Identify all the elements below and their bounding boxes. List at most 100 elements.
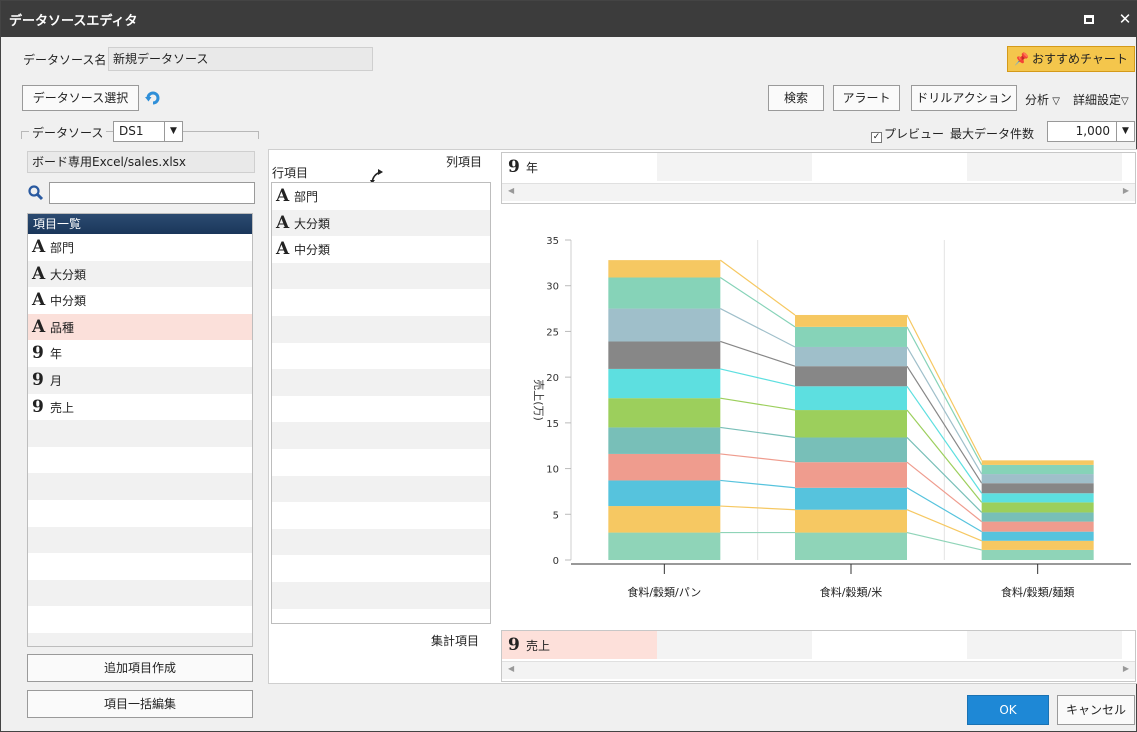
bar-segment xyxy=(981,493,1094,503)
row-empty xyxy=(272,475,490,503)
list-item-tsuki[interactable]: 9月 xyxy=(28,366,252,394)
y-tick-label: 20 xyxy=(546,373,559,384)
aggregate-axis-dropzone[interactable]: 9 売上 ◀ ▶ xyxy=(501,630,1136,682)
add-item-button[interactable]: 追加項目作成 xyxy=(27,654,253,682)
datasource-select-value: DS1 xyxy=(119,124,144,138)
row-item-label: 大分類 xyxy=(294,216,331,231)
bar-segment xyxy=(981,549,1094,560)
bar-segment xyxy=(608,341,721,369)
cancel-button[interactable]: キャンセル xyxy=(1057,695,1135,725)
maximize-button[interactable] xyxy=(1079,9,1099,29)
item-list-header: 項目一覧 xyxy=(28,214,252,234)
ok-button[interactable]: OK xyxy=(967,695,1049,725)
number-type-icon: 9 xyxy=(32,369,44,390)
row-item-daibunrui[interactable]: A 大分類 xyxy=(272,209,490,237)
preview-label: プレビュー xyxy=(884,127,945,141)
row-empty xyxy=(272,369,490,396)
search-button[interactable]: 検索 xyxy=(768,85,824,111)
y-tick-label: 25 xyxy=(546,327,559,338)
text-type-icon: A xyxy=(32,263,46,284)
scroll-right-icon: ▶ xyxy=(1122,186,1129,195)
aggregate-item[interactable]: 9 売上 xyxy=(508,634,550,657)
bulk-edit-button[interactable]: 項目一括編集 xyxy=(27,690,253,718)
row-empty xyxy=(272,555,490,582)
bar-segment xyxy=(981,540,1094,550)
row-item-label: 中分類 xyxy=(294,243,331,258)
max-rows-value: 1,000 xyxy=(1075,124,1110,138)
recommend-chart-label: おすすめチャート xyxy=(1032,52,1128,66)
bar-segment xyxy=(608,506,721,533)
number-type-icon: 9 xyxy=(32,396,44,417)
datasource-name-label: データソース名 xyxy=(23,53,107,67)
stripe xyxy=(967,631,1122,659)
drill-action-button[interactable]: ドリルアクション xyxy=(911,85,1017,111)
stripe xyxy=(657,153,812,181)
bar-segment xyxy=(608,398,721,428)
bar-segment xyxy=(608,368,721,399)
bar-segment xyxy=(795,326,907,347)
list-item-uriage[interactable]: 9 売上 xyxy=(28,394,252,421)
chart-work-area: 列項目 行項目 9年 ◀ ▶ A 部門 A 大分類 A 中分類 0 5 10 1… xyxy=(268,149,1137,684)
close-button[interactable]: ✕ xyxy=(1115,9,1135,29)
analysis-menu[interactable]: 分析 ▽ xyxy=(1025,91,1060,108)
list-item-daibunrui[interactable]: A 大分類 xyxy=(28,260,252,288)
bar-segment xyxy=(981,521,1094,532)
row-axis-dropzone[interactable]: A 部門 A 大分類 A 中分類 xyxy=(271,182,491,624)
number-type-icon: 9 xyxy=(32,343,44,364)
aggregate-axis-scrollbar[interactable]: ◀ ▶ xyxy=(502,661,1135,679)
refresh-icon[interactable] xyxy=(144,89,162,107)
checkbox-checked-icon: ✓ xyxy=(871,132,882,143)
analysis-label: 分析 xyxy=(1025,93,1050,107)
item-list: 項目一覧 A 部門 A 大分類 A 中分類 A 品種 9年 9月 9 売上 xyxy=(27,213,253,647)
bar-segment xyxy=(981,464,1094,475)
list-empty-row xyxy=(28,500,252,527)
row-empty xyxy=(272,289,490,316)
row-empty xyxy=(272,502,490,529)
column-item-label: 年 xyxy=(526,161,539,175)
text-type-icon: A xyxy=(32,316,46,337)
datasource-editor-window: データソースエディタ ✕ データソース名 新規データソース 📌 おすすめチャート … xyxy=(0,0,1137,732)
text-type-icon: A xyxy=(276,186,290,206)
recommend-chart-button[interactable]: 📌 おすすめチャート xyxy=(1007,46,1135,72)
column-axis-scrollbar[interactable]: ◀ ▶ xyxy=(502,183,1135,201)
row-item-bumon[interactable]: A 部門 xyxy=(272,183,490,210)
number-type-icon: 9 xyxy=(508,157,520,177)
bar-segment xyxy=(608,480,721,507)
maximize-icon xyxy=(1084,15,1094,24)
pin-icon: 📌 xyxy=(1014,52,1030,66)
list-item-label: 月 xyxy=(50,373,63,388)
select-datasource-button[interactable]: データソース選択 xyxy=(22,85,139,111)
list-empty-row xyxy=(28,579,252,607)
list-item-chubunrui[interactable]: A 中分類 xyxy=(28,287,252,314)
bar-segment xyxy=(795,462,907,488)
datasource-label: データソース xyxy=(29,124,107,141)
list-item-label: 大分類 xyxy=(50,267,87,282)
list-item-nen[interactable]: 9年 xyxy=(28,340,252,367)
bar-segment xyxy=(795,532,907,560)
stacked-bar-chart[interactable]: 0 5 10 15 20 25 30 35 売上(万) 食料/穀類/パン 食料/穀類/米 食料/穀類/… xyxy=(501,210,1136,620)
detail-settings-menu[interactable]: 詳細設定▽ xyxy=(1073,91,1137,108)
list-item-bumon[interactable]: A 部門 xyxy=(28,234,252,261)
list-empty-row xyxy=(28,553,252,580)
preview-checkbox[interactable]: ✓ プレビュー xyxy=(871,125,944,143)
row-item-label: 部門 xyxy=(294,190,319,204)
alert-button[interactable]: アラート xyxy=(833,85,900,111)
scroll-left-icon: ◀ xyxy=(508,664,515,673)
max-rows-select[interactable]: 1,000 ▼ xyxy=(1047,121,1135,142)
row-item-chubunrui[interactable]: A 中分類 xyxy=(272,236,490,263)
datasource-select[interactable]: DS1 ▼ xyxy=(113,121,183,142)
bar-segment xyxy=(981,531,1094,541)
list-item-label: 年 xyxy=(50,347,63,362)
list-empty-row xyxy=(28,473,252,500)
stripe xyxy=(657,631,812,659)
column-axis-dropzone[interactable]: 9年 ◀ ▶ xyxy=(501,152,1136,204)
datasource-name-input[interactable]: 新規データソース xyxy=(108,47,373,71)
item-search-input[interactable] xyxy=(49,182,255,204)
dropdown-arrow-icon: ▼ xyxy=(164,122,182,141)
y-tick-label: 15 xyxy=(546,419,559,430)
triangle-down-icon: ▽ xyxy=(1121,96,1129,107)
bar-segment xyxy=(795,346,907,367)
list-item-hinshu[interactable]: A 品種 xyxy=(28,313,252,341)
column-item[interactable]: 9年 xyxy=(508,156,538,179)
x-tick-label: 食料/穀類/米 xyxy=(820,585,882,599)
